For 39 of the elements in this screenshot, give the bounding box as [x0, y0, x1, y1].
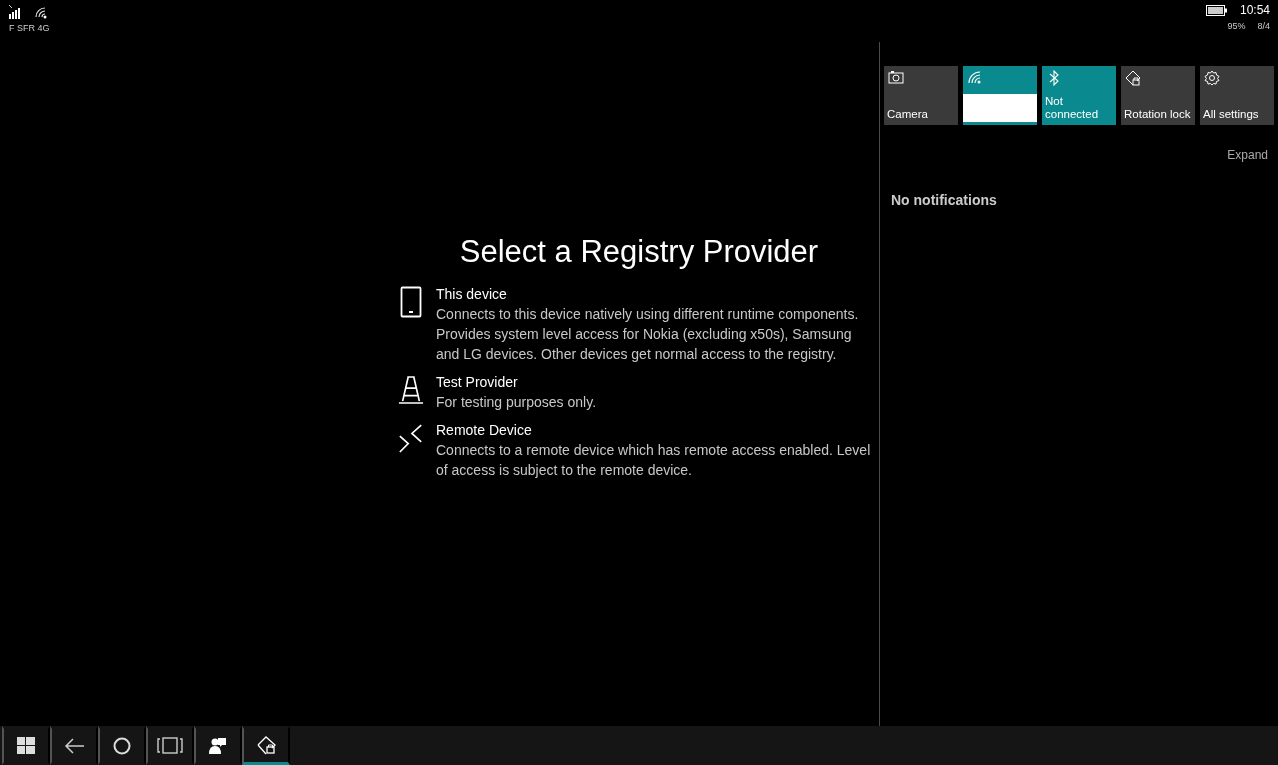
provider-name[interactable]: Remote Device — [436, 420, 876, 440]
date-label: 8/4 — [1257, 21, 1270, 31]
quick-action-tile[interactable] — [963, 66, 1037, 125]
carrier-label: F SFR 4G — [9, 23, 50, 33]
taskbar-button[interactable] — [242, 726, 290, 765]
back-arrow-icon[interactable] — [63, 737, 85, 754]
gear-icon — [1204, 70, 1220, 86]
quick-action-tile[interactable]: Rotation lock — [1121, 66, 1195, 125]
provider-name[interactable]: This device — [436, 284, 876, 304]
wifi-icon — [33, 5, 49, 19]
taskbar-button[interactable] — [98, 726, 146, 765]
battery-percent: 95% — [1227, 21, 1246, 31]
provider-name[interactable]: Test Provider — [436, 372, 876, 392]
expand-link[interactable]: Expand — [1227, 148, 1268, 162]
clock-time: 10:54 — [1239, 3, 1270, 17]
person-chat-icon[interactable] — [209, 737, 227, 754]
provider-description: Connects to a remote device which has remote access enabled. Level of access is subject to the remote device. — [436, 441, 872, 480]
task-view-icon[interactable] — [157, 737, 183, 754]
quick-action-tile[interactable]: Not connected — [1042, 66, 1116, 125]
wifi-icon — [967, 70, 983, 86]
signal-icon — [9, 5, 23, 19]
camera-icon — [888, 70, 904, 86]
traffic-cone-icon — [398, 374, 424, 406]
taskbar-button[interactable] — [50, 726, 98, 765]
quick-action-tile[interactable]: All settings — [1200, 66, 1274, 125]
rotation-lock-icon[interactable] — [256, 736, 276, 755]
taskbar-button[interactable] — [2, 726, 50, 765]
taskbar-button[interactable] — [146, 726, 194, 765]
circle-icon[interactable] — [113, 736, 131, 755]
quick-action-tile[interactable]: Camera — [884, 66, 958, 125]
rotation-lock-icon — [1125, 70, 1141, 86]
provider-description: For testing purposes only. — [436, 393, 598, 412]
battery-icon — [1205, 4, 1228, 16]
provider-description: Connects to this device natively using different runtime components. Provides system level access for Nokia (excluding x50s), Samsung and LG devices. Other devices get normal access to the registry. — [436, 305, 860, 364]
empty-notifications-message: No notifications — [891, 192, 998, 208]
page-title: Select a Registry Provider — [459, 234, 819, 270]
phone-icon — [400, 286, 422, 318]
windows-logo-icon[interactable] — [17, 737, 35, 754]
taskbar-button[interactable] — [194, 726, 242, 765]
